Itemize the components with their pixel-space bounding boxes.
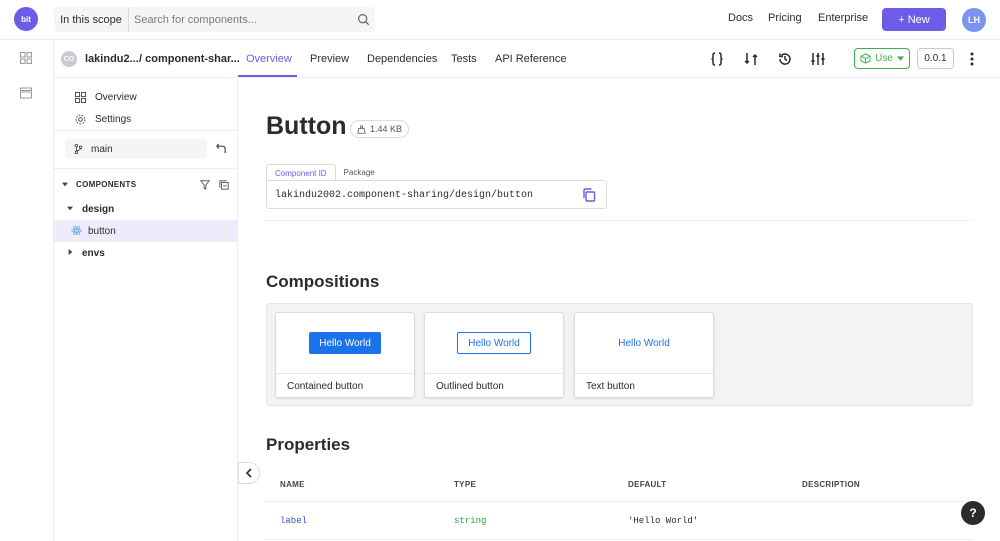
components-heading: COMPONENTS (76, 180, 137, 189)
left-rail (0, 40, 54, 541)
prop-type: string (454, 516, 487, 526)
component-id-value[interactable]: lakindu2002.component-sharing/design/but… (275, 190, 533, 201)
user-avatar[interactable]: LH (962, 8, 986, 32)
compare-icon[interactable] (743, 51, 759, 67)
sidebar-item-label: Overview (95, 92, 137, 103)
size-badge: 1.44 KB (350, 120, 410, 138)
components-section-header[interactable]: COMPONENTS (54, 174, 238, 196)
branch-selector[interactable]: main (65, 139, 207, 159)
collapse-all-icon[interactable] (219, 180, 229, 190)
react-icon (71, 225, 82, 236)
composition-preview: Hello World (276, 313, 414, 374)
compositions-panel: Hello World Contained button Hello World… (266, 303, 973, 406)
column-header-default: DEFAULT (628, 480, 667, 489)
sidebar-item-overview[interactable]: Overview (54, 87, 238, 109)
table-row: label string 'Hello World' (266, 502, 973, 539)
composition-card[interactable]: Hello World Text button (574, 312, 714, 398)
package-icon (860, 53, 871, 64)
top-bar: bit In this scope Docs Pricing Enterpris… (0, 0, 1000, 40)
pricing-link[interactable]: Pricing (768, 12, 802, 24)
page-title: Button (266, 112, 347, 140)
active-tab-indicator (238, 75, 297, 77)
composition-card[interactable]: Hello World Contained button (275, 312, 415, 398)
composition-preview: Hello World (575, 313, 713, 374)
code-braces-icon[interactable] (709, 51, 725, 67)
tree-item-label: envs (82, 248, 105, 259)
filter-icon[interactable] (200, 180, 210, 190)
composition-preview: Hello World (425, 313, 563, 374)
history-icon[interactable] (777, 51, 793, 67)
scope-avatar: CO (61, 51, 77, 67)
divider (54, 130, 238, 131)
tab-tests[interactable]: Tests (451, 53, 477, 65)
apps-grid-icon[interactable] (20, 52, 32, 64)
prop-default: 'Hello World' (628, 516, 699, 526)
compositions-heading: Compositions (266, 272, 380, 291)
caret-down-icon (67, 206, 73, 211)
demo-outlined-button[interactable]: Hello World (457, 332, 531, 354)
composition-caption: Outlined button (436, 381, 504, 392)
tab-overview[interactable]: Overview (246, 53, 292, 65)
caret-right-icon (68, 249, 73, 255)
divider (266, 220, 973, 221)
use-button-label: Use (875, 53, 893, 64)
tree-item-button[interactable]: button (54, 220, 238, 242)
sidebar-item-label: Settings (95, 114, 132, 125)
owner-name-link[interactable]: lakindu2... (85, 53, 139, 65)
main-content: Button 1.44 KB Component ID Package laki… (238, 78, 1000, 541)
sidebar: Overview Settings main COMPONENTS design… (54, 78, 238, 541)
tree-item-label: design (82, 204, 115, 215)
demo-contained-button[interactable]: Hello World (309, 332, 381, 354)
more-vertical-icon[interactable] (966, 51, 978, 67)
tab-component-id[interactable]: Component ID (266, 164, 336, 181)
divider (266, 539, 973, 540)
sidebar-item-settings[interactable]: Settings (54, 109, 238, 131)
id-tabs: Component ID Package (266, 164, 383, 181)
scope-search-box: In this scope (54, 7, 375, 32)
scope-filter-button[interactable]: In this scope (54, 7, 129, 32)
tab-package[interactable]: Package (336, 164, 383, 181)
caret-down-icon (896, 56, 904, 61)
branch-name: main (91, 144, 113, 155)
stack-icon[interactable] (20, 87, 32, 99)
settings-sliders-icon[interactable] (810, 51, 826, 67)
composition-caption: Text button (586, 381, 635, 392)
copy-icon[interactable] (582, 188, 596, 202)
caret-down-icon (62, 182, 68, 187)
docs-link[interactable]: Docs (728, 12, 753, 24)
gear-icon (75, 114, 86, 125)
demo-text-button[interactable]: Hello World (618, 338, 670, 349)
column-header-name: NAME (280, 480, 305, 489)
column-header-type: TYPE (454, 480, 477, 489)
new-button[interactable]: + New (882, 8, 946, 31)
help-button[interactable]: ? (961, 501, 985, 525)
composition-caption: Contained button (287, 381, 364, 392)
divider (54, 168, 238, 169)
component-header: CO lakindu2... / component-shar... Overv… (54, 40, 1000, 78)
tab-api-reference[interactable]: API Reference (495, 53, 567, 65)
branch-icon (74, 144, 83, 154)
prop-name: label (280, 516, 308, 526)
component-id-box: lakindu2002.component-sharing/design/but… (266, 180, 607, 209)
search-icon[interactable] (357, 13, 370, 26)
enterprise-link[interactable]: Enterprise (818, 12, 868, 24)
composition-card[interactable]: Hello World Outlined button (424, 312, 564, 398)
grid-icon (75, 92, 86, 103)
properties-heading: Properties (266, 435, 351, 454)
weight-icon (357, 124, 366, 134)
search-input[interactable] (134, 7, 354, 32)
use-button[interactable]: Use (854, 48, 910, 69)
tree-folder-envs[interactable]: envs (54, 242, 238, 264)
tab-dependencies[interactable]: Dependencies (367, 53, 437, 65)
tree-item-label: button (88, 226, 116, 237)
bit-logo[interactable]: bit (14, 7, 38, 31)
column-header-description: DESCRIPTION (802, 480, 860, 489)
size-value: 1.44 KB (370, 124, 403, 134)
scope-name-link[interactable]: / component-shar... (139, 53, 240, 65)
tree-folder-design[interactable]: design (54, 198, 238, 220)
undo-icon[interactable] (216, 143, 227, 154)
tab-preview[interactable]: Preview (310, 53, 349, 65)
version-selector[interactable]: 0.0.1 (917, 48, 954, 69)
